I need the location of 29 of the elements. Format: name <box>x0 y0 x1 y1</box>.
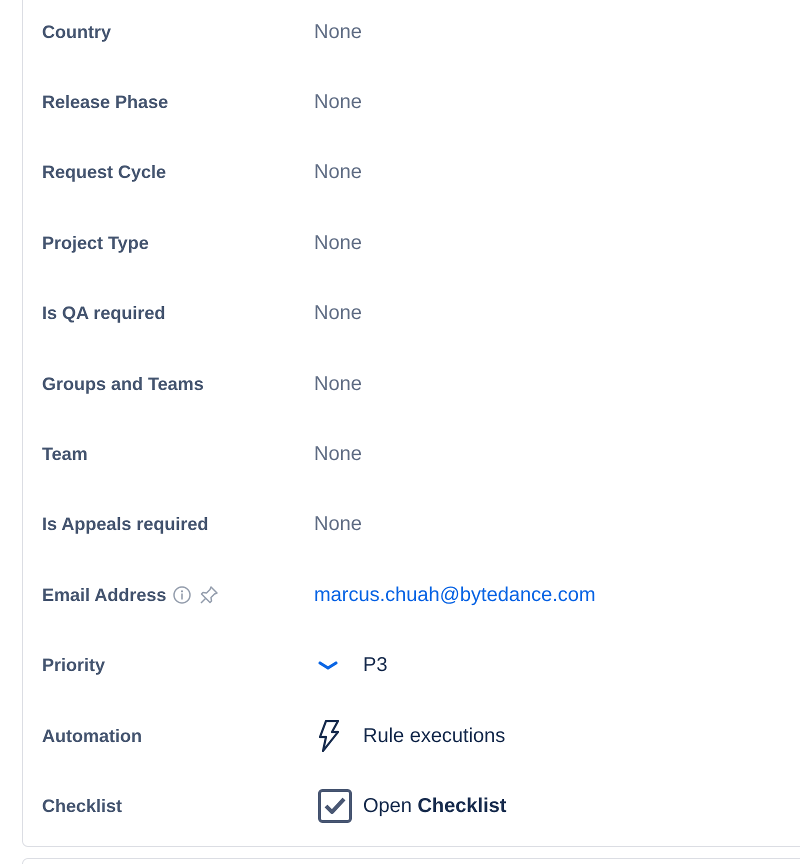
field-value[interactable]: None <box>314 20 362 44</box>
field-label: Automation <box>42 726 142 747</box>
field-label: Priority <box>42 655 106 676</box>
field-label: Is QA required <box>42 303 166 324</box>
field-label: Request Cycle <box>42 162 166 184</box>
open-checklist-link[interactable]: Open Checklist <box>363 794 506 818</box>
field-label: Project Type <box>42 232 149 254</box>
field-label: Groups and Teams <box>42 374 204 395</box>
field-value[interactable]: None <box>314 513 362 536</box>
field-label: Email Address <box>42 584 166 606</box>
rule-executions-link[interactable]: Rule executions <box>363 724 506 748</box>
field-value[interactable]: None <box>314 372 362 396</box>
priority-value[interactable]: P3 <box>363 654 388 678</box>
field-label: Release Phase <box>42 92 168 114</box>
pin-icon[interactable] <box>198 584 220 606</box>
field-value[interactable]: None <box>314 232 362 255</box>
field-value[interactable]: None <box>314 302 362 326</box>
field-label: Is Appeals required <box>42 514 208 536</box>
email-link[interactable]: marcus.chuah@bytedance.com <box>314 584 596 607</box>
lightning-icon <box>318 720 340 752</box>
field-value[interactable]: None <box>314 443 362 466</box>
field-label: Team <box>42 444 88 466</box>
field-label: Country <box>42 22 111 43</box>
field-label: Checklist <box>42 796 122 817</box>
field-value[interactable]: None <box>314 161 362 184</box>
field-value[interactable]: None <box>314 91 362 114</box>
info-icon[interactable] <box>172 585 192 606</box>
chevron-down-icon <box>318 660 338 671</box>
checkbox-icon <box>318 789 352 824</box>
